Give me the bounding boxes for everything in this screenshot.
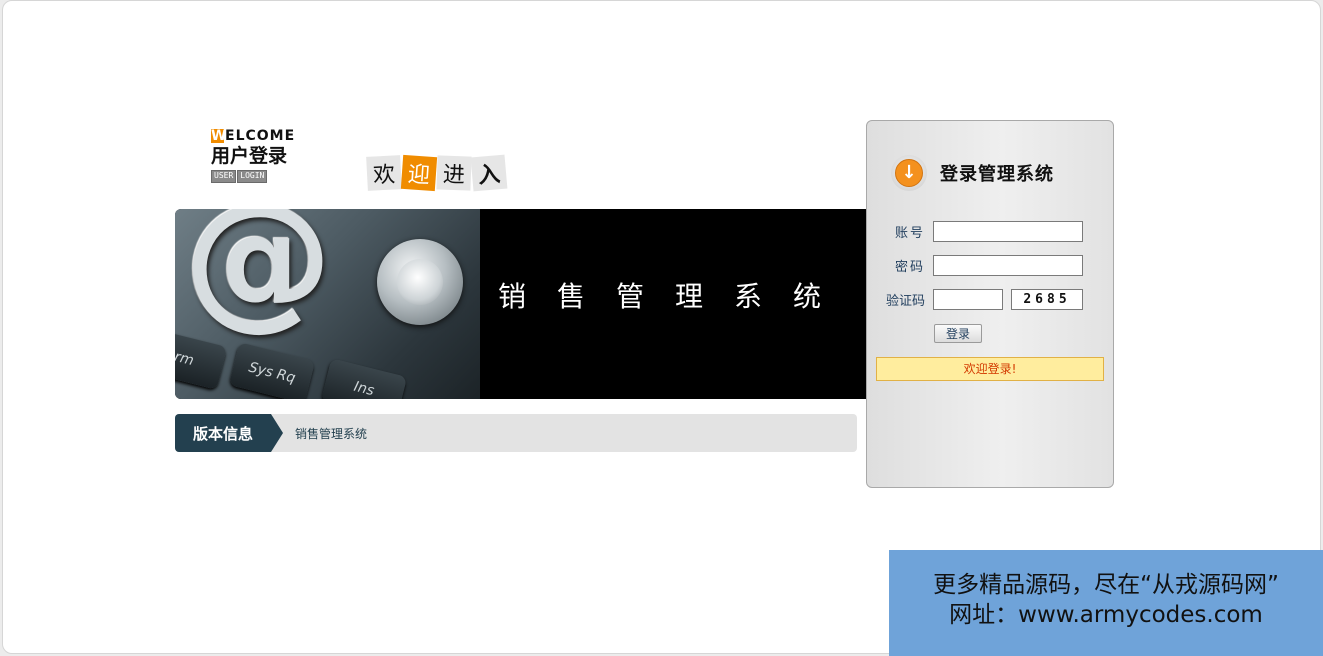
welcome-english: WELCOME bbox=[211, 128, 295, 144]
login-panel: ↓ 登录管理系统 账号 密码 验证码 2685 登录 欢迎登录! bbox=[866, 120, 1114, 488]
login-notice: 欢迎登录! bbox=[876, 357, 1104, 381]
welcome-tile: 迎 bbox=[400, 154, 438, 192]
system-banner: rm Sys Rq Ins @ 销售管理系统 bbox=[175, 209, 866, 399]
banner-title: 销售管理系统 bbox=[498, 280, 853, 313]
account-row: 账号 bbox=[867, 221, 1083, 242]
captcha-label: 验证码 bbox=[885, 294, 925, 309]
welcome-subtitle: USER LOGIN bbox=[211, 170, 295, 183]
version-tag: 版本信息 bbox=[175, 414, 283, 452]
watermark-banner: 更多精品源码，尽在“从戎源码网” 网址：www.armycodes.com bbox=[889, 550, 1323, 656]
welcome-sub-word: LOGIN bbox=[237, 170, 268, 183]
keyboard-key: Sys Rq bbox=[228, 342, 316, 399]
welcome-rest: ELCOME bbox=[225, 128, 296, 144]
keyboard-key: Ins bbox=[320, 358, 408, 399]
welcome-tile: 进 bbox=[436, 155, 472, 191]
welcome-w-letter: W bbox=[211, 128, 228, 144]
captcha-image[interactable]: 2685 bbox=[1011, 289, 1083, 310]
watermark-line-1: 更多精品源码，尽在“从戎源码网” bbox=[933, 572, 1279, 598]
banner-keyboard-image: rm Sys Rq Ins @ bbox=[175, 209, 480, 399]
watermark-line-2: 网址：www.armycodes.com bbox=[949, 602, 1263, 628]
at-sign-icon: @ bbox=[183, 209, 333, 345]
captcha-input[interactable] bbox=[933, 289, 1003, 310]
version-text: 销售管理系统 bbox=[295, 427, 368, 441]
welcome-header: WELCOME 用户登录 USER LOGIN bbox=[211, 128, 295, 183]
account-label: 账号 bbox=[894, 226, 925, 241]
welcome-tiles: 欢 迎 进 入 bbox=[366, 154, 508, 192]
welcome-tile: 欢 bbox=[366, 155, 402, 191]
captcha-row: 验证码 2685 bbox=[867, 289, 1083, 310]
password-row: 密码 bbox=[867, 255, 1083, 276]
account-input[interactable] bbox=[933, 221, 1083, 242]
welcome-tile: 入 bbox=[470, 154, 508, 192]
arrow-down-icon-inner: ↓ bbox=[895, 159, 923, 187]
welcome-chinese: 用户登录 bbox=[211, 145, 288, 167]
password-input[interactable] bbox=[933, 255, 1083, 276]
login-title: 登录管理系统 bbox=[940, 164, 1054, 185]
welcome-sub-word: USER bbox=[211, 170, 237, 183]
power-button-icon bbox=[377, 239, 463, 325]
arrow-down-icon: ↓ bbox=[891, 155, 927, 191]
login-header: ↓ 登录管理系统 bbox=[891, 155, 1054, 191]
password-label: 密码 bbox=[894, 260, 925, 275]
login-button[interactable]: 登录 bbox=[934, 324, 982, 343]
version-info-bar: 版本信息 销售管理系统 bbox=[175, 414, 857, 452]
